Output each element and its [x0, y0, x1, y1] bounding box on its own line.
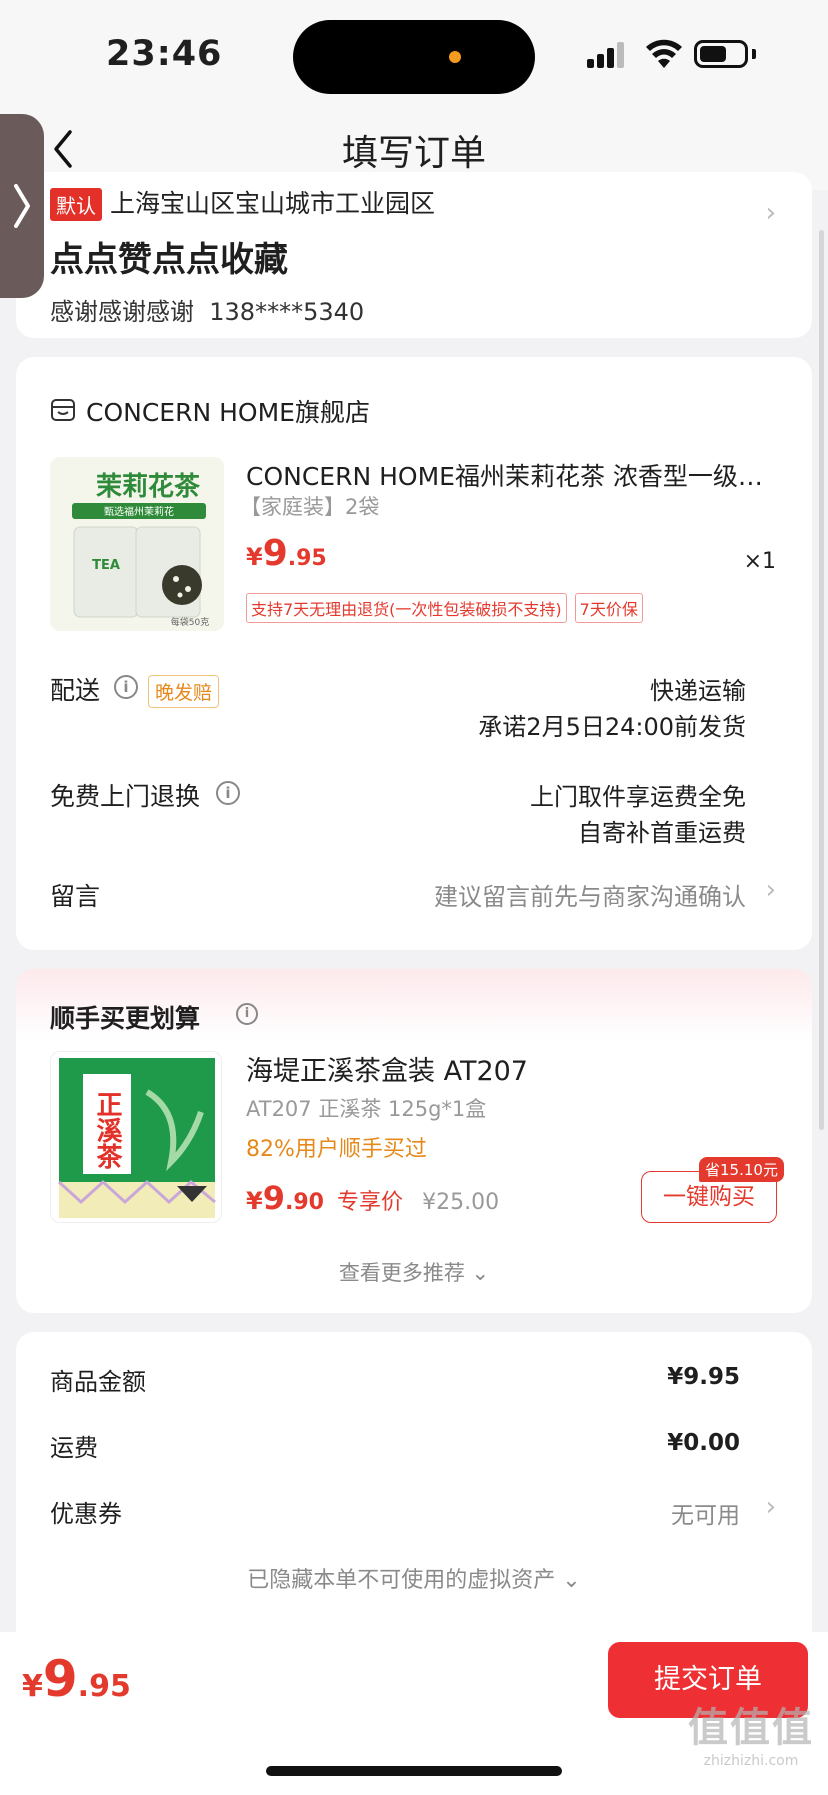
returns-label: 免费上门退换	[50, 782, 201, 811]
info-icon[interactable]: i	[236, 1003, 258, 1025]
address-card[interactable]: 默认 上海宝山区宝山城市工业园区 点点赞点点收藏 感谢感谢感谢 138****5…	[16, 172, 812, 338]
total-price: ¥9.95	[22, 1650, 131, 1708]
mic-indicator-icon	[449, 51, 461, 63]
product-image-net: 每袋50克	[171, 616, 209, 628]
address-contact: 感谢感谢感谢 138****5340	[50, 292, 364, 327]
side-drawer-tab[interactable]	[0, 114, 44, 298]
bottom-bar: ¥9.95 提交订单 值值值 zhizhizhi.com	[0, 1632, 828, 1795]
recommend-image-text: 正溪茶	[92, 1091, 122, 1170]
delivery-label: 配送	[50, 676, 101, 705]
delivery-method: 快递运输	[650, 677, 746, 705]
chevron-right-icon: ›	[765, 1492, 776, 1522]
price-protect-tag: 7天价保	[574, 593, 643, 623]
page-title: 填写订单	[341, 133, 486, 174]
dynamic-island	[293, 20, 535, 94]
exclusive-price-label: 专享价	[337, 1190, 404, 1215]
original-price: ¥25.00	[422, 1190, 500, 1215]
recommend-spec: AT207 正溪茶 125g*1盒	[246, 1097, 487, 1121]
goods-amount-label: 商品金额	[50, 1368, 146, 1396]
returns-line2: 自寄补首重运费	[578, 819, 746, 847]
battery-icon	[694, 40, 748, 68]
status-time: 23:46	[106, 34, 223, 74]
shipping-value: ¥0.00	[667, 1430, 740, 1456]
chevron-down-icon: ⌄	[471, 1261, 490, 1285]
info-icon[interactable]: i	[216, 781, 240, 805]
product-title[interactable]: CONCERN HOME福州茉莉花茶 浓香型一级…	[246, 457, 786, 493]
status-bar: 23:46	[0, 0, 828, 110]
recommend-image[interactable]: 正溪茶	[50, 1051, 222, 1223]
product-sku[interactable]: 【家庭装】2袋	[240, 491, 379, 521]
home-indicator[interactable]	[266, 1766, 562, 1776]
product-image-text: 茉莉花茶	[96, 472, 201, 502]
side-chevron-icon	[14, 184, 30, 228]
coupon-label: 优惠券	[50, 1500, 122, 1528]
service-tags: 支持7天无理由退货(一次性包装破损不支持) 7天价保	[246, 593, 643, 623]
battery-cap	[752, 49, 756, 59]
shop-name[interactable]: CONCERN HOME旗舰店	[86, 393, 370, 429]
product-image-label: TEA	[92, 558, 120, 573]
info-icon[interactable]: i	[114, 675, 138, 699]
wifi-icon	[646, 39, 682, 68]
late-compensation-badge: 晚发赔	[148, 675, 220, 708]
scrollbar[interactable]	[819, 230, 824, 1130]
product-image-subtitle: 甄选福州茉莉花	[104, 505, 174, 518]
address-title: 点点赞点点收藏	[50, 240, 288, 280]
message-input[interactable]: 建议留言前先与商家沟通确认	[434, 877, 746, 912]
signal-icon	[587, 42, 627, 68]
address-line: 上海宝山区宝山城市工业园区	[110, 189, 436, 218]
recommend-bought: 82%用户顺手买过	[246, 1137, 427, 1162]
recommend-title: 顺手买更划算	[50, 1004, 201, 1033]
hidden-assets-toggle[interactable]: 已隐藏本单不可使用的虚拟资产 ⌄	[16, 1562, 812, 1594]
message-label: 留言	[50, 882, 101, 911]
product-image[interactable]: 茉莉花茶 甄选福州茉莉花 TEA 每袋50克	[50, 457, 224, 631]
product-card: CONCERN HOME旗舰店 茉莉花茶 甄选福州茉莉花 TEA 每袋50克 C…	[16, 357, 812, 950]
contact-phone: 138****5340	[209, 298, 365, 326]
coupon-value[interactable]: 无可用	[671, 1496, 740, 1530]
return-policy-tag: 支持7天无理由退货(一次性包装破损不支持)	[246, 593, 567, 623]
order-summary-card: 商品金额 ¥9.95 运费 ¥0.00 优惠券 无可用 › 已隐藏本单不可使用的…	[16, 1332, 812, 1662]
product-quantity[interactable]: ×1	[744, 549, 776, 574]
watermark: 值值值 zhizhizhi.com	[688, 1705, 814, 1769]
recommend-name[interactable]: 海堤正溪茶盒装 AT207	[246, 1049, 528, 1088]
save-badge: 省15.10元	[699, 1157, 784, 1182]
recommend-price: ¥9.90 专享价 ¥25.00	[246, 1179, 500, 1217]
delivery-promise: 承诺2月5日24:00前发货	[478, 713, 746, 741]
product-price: ¥9.95	[246, 533, 327, 574]
recommend-card: 顺手买更划算 i 正溪茶 海堤正溪茶盒装 AT207 AT207 正溪茶 125…	[16, 969, 812, 1313]
contact-name: 感谢感谢感谢	[50, 298, 194, 326]
goods-amount-value: ¥9.95	[667, 1364, 740, 1390]
default-address-badge: 默认	[50, 188, 102, 221]
chevron-down-icon: ⌄	[562, 1568, 581, 1593]
chevron-right-icon: ›	[765, 198, 776, 228]
shipping-label: 运费	[50, 1434, 98, 1462]
chevron-right-icon: ›	[765, 875, 776, 905]
shop-icon	[51, 399, 75, 421]
returns-line1: 上门取件享运费全免	[530, 783, 746, 811]
more-recommendations-link[interactable]: 查看更多推荐 ⌄	[16, 1257, 812, 1287]
